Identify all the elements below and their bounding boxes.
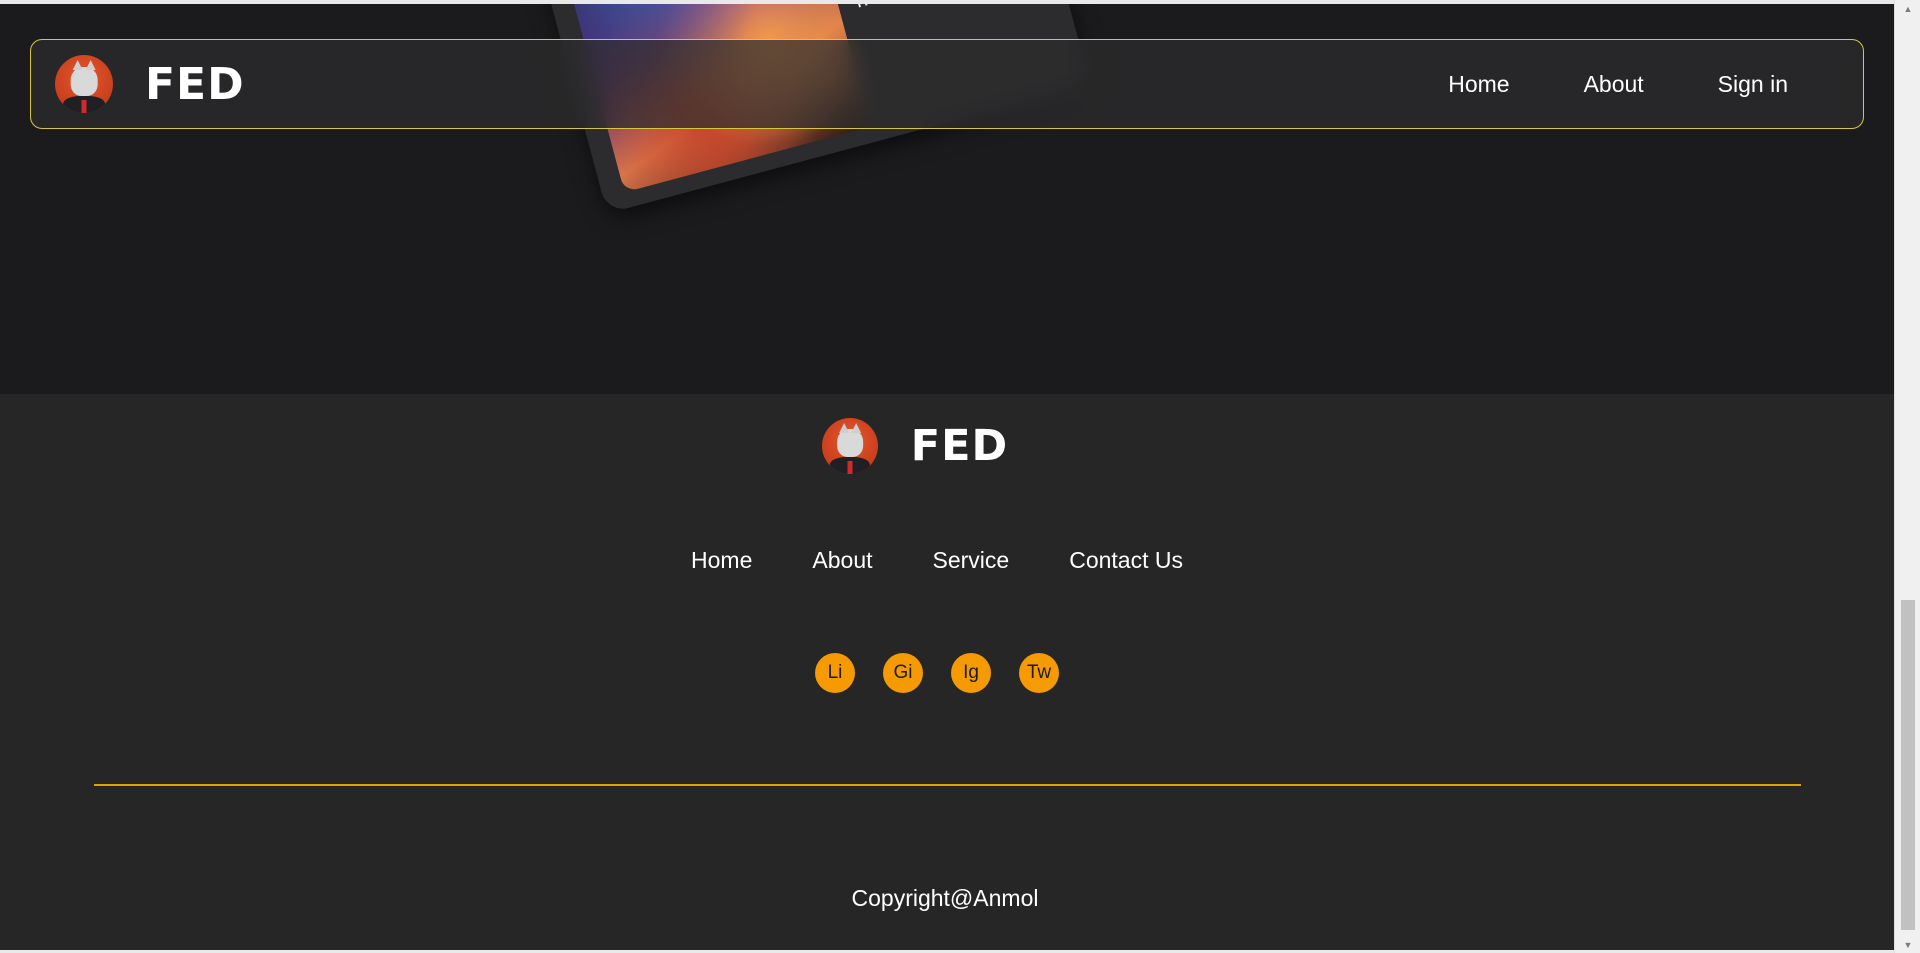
scroll-down-icon[interactable]: ▼ (1895, 936, 1920, 953)
brand-name[interactable]: FED (145, 59, 245, 110)
nav-link-sign-in[interactable]: Sign in (1718, 71, 1788, 98)
wolf-avatar-logo-icon[interactable] (55, 55, 113, 113)
footer: FED Home About Service Contact Us Li Gi … (0, 394, 1894, 950)
social-instagram-button[interactable]: Ig (951, 653, 991, 693)
social-links: Li Gi Ig Tw (0, 653, 1894, 693)
feature-card-text: ut labore et dolore magna (845, 4, 1043, 14)
copyright-text: Copyright@Anmol (851, 885, 1039, 911)
footer-link-about[interactable]: About (812, 547, 872, 574)
nav-link-about[interactable]: About (1584, 71, 1644, 98)
wolf-avatar-logo-icon[interactable] (821, 418, 878, 474)
footer-divider (94, 784, 1801, 786)
page-viewport: ut labore et dolore magna FED Home About… (0, 0, 1894, 953)
social-twitter-button[interactable]: Tw (1019, 653, 1059, 693)
footer-link-home[interactable]: Home (691, 547, 752, 574)
vertical-scrollbar[interactable]: ▲ ▼ (1894, 0, 1920, 953)
social-github-button[interactable]: Gi (883, 653, 923, 693)
nav-links: Home About Sign in (1374, 71, 1788, 98)
footer-link-contact-us[interactable]: Contact Us (1069, 547, 1183, 574)
nav-link-home[interactable]: Home (1448, 71, 1509, 98)
scrollbar-thumb[interactable] (1901, 600, 1915, 930)
social-linkedin-button[interactable]: Li (815, 653, 855, 693)
footer-link-service[interactable]: Service (933, 547, 1010, 574)
footer-brand: FED (0, 418, 1894, 474)
footer-links: Home About Service Contact Us (0, 547, 1894, 574)
navbar: FED Home About Sign in (30, 39, 1864, 129)
scroll-up-icon[interactable]: ▲ (1895, 0, 1920, 17)
footer-brand-name[interactable]: FED (911, 421, 1008, 471)
